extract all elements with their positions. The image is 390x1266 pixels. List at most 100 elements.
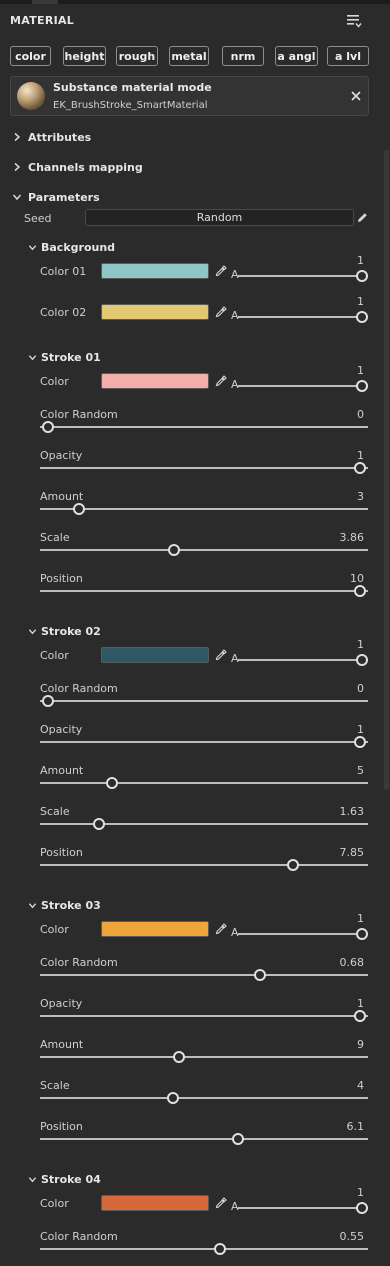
slider-track (40, 974, 368, 976)
slider-handle[interactable] (168, 544, 181, 556)
slider-handle[interactable] (354, 736, 366, 748)
alpha-slider-handle[interactable] (356, 380, 368, 392)
alpha-slider-handle[interactable] (356, 654, 368, 666)
panel-title: MATERIAL (10, 14, 75, 27)
group-background[interactable]: Background (28, 238, 115, 256)
slider-handle[interactable] (354, 585, 366, 597)
group-stroke-02[interactable]: Stroke 02 (28, 622, 101, 640)
param-value: 1 (357, 723, 364, 736)
param-label: Opacity (40, 997, 83, 1010)
alpha-slider-handle[interactable] (356, 1202, 368, 1214)
param-value: 7.85 (339, 846, 365, 859)
slider-track (40, 549, 368, 551)
param-value: 1 (357, 295, 364, 308)
color-swatch[interactable] (101, 1195, 209, 1211)
slider-track (40, 1138, 368, 1140)
scrollbar[interactable] (384, 150, 389, 790)
param-value: 4 (357, 1079, 364, 1092)
slider-handle[interactable] (173, 1051, 186, 1063)
slider-handle[interactable] (42, 421, 54, 433)
slider-handle[interactable] (213, 1243, 226, 1255)
channel-button[interactable]: metal (169, 46, 209, 66)
param-value: 1 (357, 364, 364, 377)
channel-button[interactable]: rough (116, 46, 158, 66)
slider-handle[interactable] (73, 503, 86, 515)
param-label: Amount (40, 490, 84, 503)
color-swatch[interactable] (101, 373, 209, 389)
group-title: Stroke 02 (41, 624, 101, 638)
param-label: Amount (40, 764, 84, 777)
slider-handle[interactable] (354, 1010, 366, 1022)
color-swatch[interactable] (101, 647, 209, 663)
alpha-slider-handle[interactable] (356, 270, 368, 282)
channel-buttons: color height rough metal nrm a angl a lvl (10, 46, 370, 68)
param-value: 1.63 (339, 805, 365, 818)
alpha-slider-track (238, 1207, 368, 1209)
slider-handle[interactable] (105, 777, 118, 789)
eyedropper-icon[interactable] (215, 923, 227, 935)
panel-header: MATERIAL (0, 6, 390, 36)
param-value: 9 (357, 1038, 364, 1051)
list-menu-icon[interactable] (346, 14, 362, 28)
slider-track (40, 1056, 368, 1058)
slider-track (40, 782, 368, 784)
eyedropper-icon[interactable] (215, 306, 227, 318)
param-value: 1 (357, 912, 364, 925)
section-channels-mapping[interactable]: Channels mapping (12, 158, 143, 176)
close-icon[interactable] (348, 88, 364, 104)
group-title: Stroke 01 (41, 350, 101, 364)
group-title: Stroke 04 (41, 1172, 101, 1186)
slider-handle[interactable] (166, 1092, 179, 1104)
group-stroke-04[interactable]: Stroke 04 (28, 1170, 101, 1188)
param-value: 1 (357, 997, 364, 1010)
alpha-slider-handle[interactable] (356, 311, 368, 323)
section-parameters[interactable]: Parameters (12, 188, 100, 206)
color-swatch[interactable] (101, 304, 209, 320)
alpha-slider-track (238, 933, 368, 935)
param-value: 3.86 (339, 531, 365, 544)
color-swatch[interactable] (101, 263, 209, 279)
param-label: Scale (40, 531, 70, 544)
slider-handle[interactable] (286, 859, 299, 871)
channel-button[interactable]: nrm (222, 46, 264, 66)
slider-handle[interactable] (92, 818, 105, 830)
group-title: Stroke 03 (41, 898, 101, 912)
group-stroke-03[interactable]: Stroke 03 (28, 896, 101, 914)
chevron-right-icon (14, 162, 21, 172)
alpha-slider-track (238, 385, 368, 387)
param-value: 1 (357, 254, 364, 267)
param-value: 0 (357, 408, 364, 421)
channel-button[interactable]: a lvl (327, 46, 369, 66)
param-label: Scale (40, 1079, 70, 1092)
alpha-slider-handle[interactable] (356, 928, 368, 940)
slider-handle[interactable] (354, 462, 366, 474)
slider-handle[interactable] (254, 969, 267, 981)
channel-button[interactable]: color (10, 46, 51, 66)
param-value: 10 (350, 572, 364, 585)
chevron-down-icon (28, 1176, 37, 1182)
param-label: Color Random (40, 956, 118, 969)
slider-handle[interactable] (232, 1133, 245, 1145)
color-swatch[interactable] (101, 921, 209, 937)
eyedropper-icon[interactable] (215, 1197, 227, 1209)
param-value: 1 (357, 449, 364, 462)
channel-button[interactable]: height (63, 46, 106, 66)
param-label: Color Random (40, 682, 118, 695)
slider-handle[interactable] (42, 695, 54, 707)
param-label: Position (40, 572, 83, 585)
tab-indicator[interactable] (32, 0, 58, 4)
param-value: 5 (357, 764, 364, 777)
section-attributes[interactable]: Attributes (12, 128, 91, 146)
eyedropper-icon[interactable] (215, 649, 227, 661)
seed-random-button[interactable]: Random (85, 209, 354, 226)
param-value: 0.68 (339, 956, 365, 969)
param-label: Color (40, 375, 69, 388)
eyedropper-icon[interactable] (215, 265, 227, 277)
group-stroke-01[interactable]: Stroke 01 (28, 348, 101, 366)
param-label: Scale (40, 805, 70, 818)
channel-button[interactable]: a angl (275, 46, 318, 66)
pencil-icon[interactable] (356, 211, 369, 224)
param-label: Amount (40, 1038, 84, 1051)
material-mode-label: Substance material mode (53, 81, 212, 94)
eyedropper-icon[interactable] (215, 375, 227, 387)
